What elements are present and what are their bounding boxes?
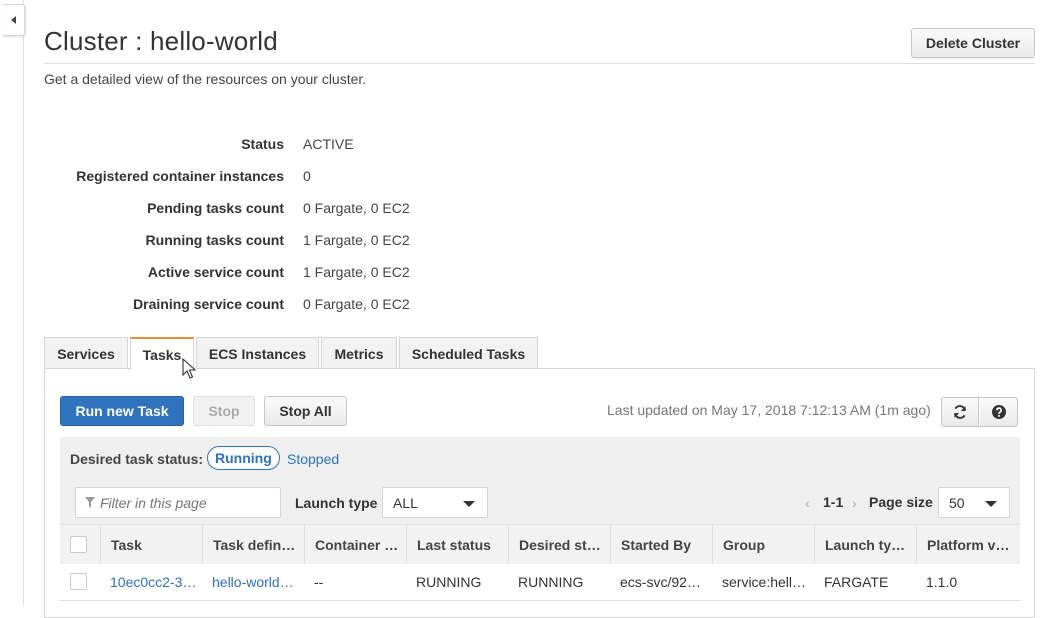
column-header-container-instance[interactable]: Container …: [304, 525, 406, 565]
detail-value: 1 Fargate, 0 EC2: [303, 264, 410, 280]
pager-next-button[interactable]: ›: [852, 495, 857, 511]
column-header-task[interactable]: Task: [100, 525, 202, 565]
refresh-button[interactable]: [941, 397, 979, 427]
detail-value: 0 Fargate, 0 EC2: [303, 296, 410, 312]
detail-label: Registered container instances: [76, 168, 284, 184]
page-size-select[interactable]: 50: [938, 487, 1010, 518]
pager-range: 1-1: [823, 494, 844, 510]
column-header-task-definition[interactable]: Task defin…: [202, 525, 304, 565]
detail-value: ACTIVE: [303, 136, 354, 152]
status-filter-running[interactable]: Running: [207, 446, 280, 470]
group-cell: service:hell…: [722, 574, 807, 590]
mouse-pointer-icon: [182, 358, 196, 379]
last-status-cell: RUNNING: [416, 574, 482, 590]
detail-row-pending-tasks: Pending tasks count 0 Fargate, 0 EC2: [44, 200, 544, 220]
row-select-cell: [60, 564, 100, 600]
detail-value: 0 Fargate, 0 EC2: [303, 200, 410, 216]
row-checkbox[interactable]: [70, 573, 87, 590]
detail-label: Active service count: [147, 264, 284, 280]
column-header-platform-version[interactable]: Platform v…: [916, 525, 1020, 565]
detail-label: Draining service count: [133, 296, 284, 312]
detail-label: Pending tasks count: [147, 200, 284, 216]
help-icon: [991, 405, 1006, 419]
detail-row-registered-instances: Registered container instances 0: [44, 168, 544, 188]
detail-row-running-tasks: Running tasks count 1 Fargate, 0 EC2: [44, 232, 544, 252]
detail-row-draining-services: Draining service count 0 Fargate, 0 EC2: [44, 296, 544, 316]
detail-row-status: Status ACTIVE: [44, 136, 544, 156]
page-size-label: Page size: [869, 494, 933, 510]
launch-type-label: Launch type: [295, 495, 378, 511]
column-header-launch-type[interactable]: Launch ty…: [814, 525, 916, 565]
started-by-cell: ecs-svc/92…: [620, 574, 701, 590]
filter-icon: [85, 497, 95, 508]
tab-scheduled-tasks[interactable]: Scheduled Tasks: [399, 337, 538, 369]
container-instance-cell: --: [314, 574, 324, 590]
chevron-down-icon: [463, 501, 475, 507]
detail-label: Running tasks count: [145, 232, 284, 248]
status-filter-stopped[interactable]: Stopped: [287, 451, 339, 467]
select-all-checkbox[interactable]: [70, 536, 87, 553]
refresh-icon: [954, 405, 966, 419]
select-all-cell: [60, 525, 100, 565]
launch-type-select[interactable]: ALL: [382, 487, 488, 518]
launch-type-cell: FARGATE: [824, 574, 889, 590]
column-header-last-status[interactable]: Last status: [406, 525, 508, 565]
page-subtitle: Get a detailed view of the resources on …: [44, 71, 367, 87]
page-size-value: 50: [949, 495, 965, 511]
delete-cluster-button[interactable]: Delete Cluster: [911, 28, 1035, 58]
desired-status-cell: RUNNING: [518, 574, 584, 590]
column-header-group[interactable]: Group: [712, 525, 814, 565]
platform-version-cell: 1.1.0: [926, 574, 958, 590]
chevron-left-icon: [11, 16, 16, 24]
launch-type-value: ALL: [393, 495, 418, 511]
filter-input[interactable]: [75, 487, 281, 518]
chevron-down-icon: [985, 501, 997, 507]
task-id-link[interactable]: 10ec0cc2-3…: [100, 564, 202, 600]
tab-ecs-instances[interactable]: ECS Instances: [196, 337, 319, 369]
tasks-panel: Run new Task Stop Stop All Last updated …: [44, 368, 1035, 618]
tab-services[interactable]: Services: [44, 337, 128, 369]
stop-button[interactable]: Stop: [193, 396, 255, 426]
help-button[interactable]: [980, 397, 1018, 427]
run-new-task-button[interactable]: Run new Task: [60, 396, 184, 426]
detail-label: Status: [241, 136, 284, 152]
table-header: Task Task defin… Container … Last status…: [60, 524, 1020, 565]
last-updated-text: Last updated on May 17, 2018 7:12:13 AM …: [607, 402, 931, 418]
desired-status-label: Desired task status:: [70, 451, 204, 467]
task-definition-link[interactable]: hello-world…: [202, 564, 304, 600]
tab-metrics[interactable]: Metrics: [321, 337, 397, 369]
detail-value: 0: [303, 168, 311, 184]
page-title: Cluster : hello-world: [44, 26, 278, 56]
stop-all-button[interactable]: Stop All: [264, 396, 347, 426]
collapse-sidebar-button[interactable]: [3, 4, 25, 36]
detail-row-active-services: Active service count 1 Fargate, 0 EC2: [44, 264, 544, 284]
pager-prev-button[interactable]: ‹: [805, 495, 810, 511]
detail-value: 1 Fargate, 0 EC2: [303, 232, 410, 248]
column-header-started-by[interactable]: Started By: [610, 525, 712, 565]
table-row: 10ec0cc2-3… hello-world… -- RUNNING RUNN…: [60, 564, 1020, 601]
title-divider: [44, 63, 1035, 64]
column-header-desired-status[interactable]: Desired st…: [508, 525, 610, 565]
